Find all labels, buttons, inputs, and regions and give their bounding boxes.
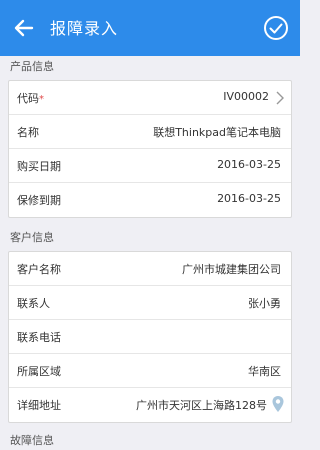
product-name-value: 联想Thinkpad笔记本电脑 bbox=[153, 126, 281, 139]
purchase-date-label: 购买日期 bbox=[17, 160, 61, 173]
product-code-row[interactable]: 代码* IV00002 bbox=[9, 81, 291, 115]
customer-section-title: 客户信息 bbox=[10, 231, 54, 244]
page-title: 报障录入 bbox=[50, 19, 119, 38]
location-pin-icon[interactable] bbox=[271, 395, 285, 413]
required-mark: * bbox=[39, 94, 44, 105]
region-value: 华南区 bbox=[248, 365, 281, 378]
product-info-group: 代码* IV00002 名称 联想Thinkpad笔记本电脑 购买日期 2016… bbox=[8, 80, 292, 218]
contact-person-value: 张小勇 bbox=[248, 297, 281, 310]
product-name-label: 名称 bbox=[17, 126, 39, 139]
warranty-expiry-value: 2016-03-25 bbox=[217, 192, 281, 205]
region-row: 所属区域 华南区 bbox=[9, 354, 291, 388]
contact-person-label: 联系人 bbox=[17, 297, 50, 310]
purchase-date-row: 购买日期 2016-03-25 bbox=[9, 149, 291, 183]
address-label: 详细地址 bbox=[17, 399, 61, 412]
contact-person-row[interactable]: 联系人 张小勇 bbox=[9, 286, 291, 320]
address-value: 广州市天河区上海路128号 bbox=[136, 399, 267, 412]
purchase-date-value: 2016-03-25 bbox=[217, 158, 281, 171]
top-app-bar: 报障录入 bbox=[0, 0, 300, 56]
fault-section-title: 故障信息 bbox=[10, 434, 54, 447]
product-section-title: 产品信息 bbox=[10, 60, 54, 73]
product-code-value: IV00002 bbox=[223, 90, 269, 103]
customer-name-label: 客户名称 bbox=[17, 263, 61, 276]
confirm-check-icon[interactable] bbox=[262, 14, 290, 42]
contact-phone-row[interactable]: 联系电话 bbox=[9, 320, 291, 354]
customer-name-value: 广州市城建集团公司 bbox=[182, 263, 281, 276]
product-code-label: 代码* bbox=[17, 92, 44, 105]
warranty-expiry-row: 保修到期 2016-03-25 bbox=[9, 183, 291, 217]
customer-info-group: 客户名称 广州市城建集团公司 联系人 张小勇 联系电话 所属区域 华南区 详细地… bbox=[8, 251, 292, 423]
product-name-row: 名称 联想Thinkpad笔记本电脑 bbox=[9, 115, 291, 149]
back-arrow-icon[interactable] bbox=[10, 14, 38, 42]
customer-name-row: 客户名称 广州市城建集团公司 bbox=[9, 252, 291, 286]
region-label: 所属区域 bbox=[17, 365, 61, 378]
address-row[interactable]: 详细地址 广州市天河区上海路128号 bbox=[9, 388, 291, 422]
contact-phone-label: 联系电话 bbox=[17, 331, 61, 344]
warranty-expiry-label: 保修到期 bbox=[17, 194, 61, 207]
chevron-right-icon bbox=[276, 91, 284, 105]
